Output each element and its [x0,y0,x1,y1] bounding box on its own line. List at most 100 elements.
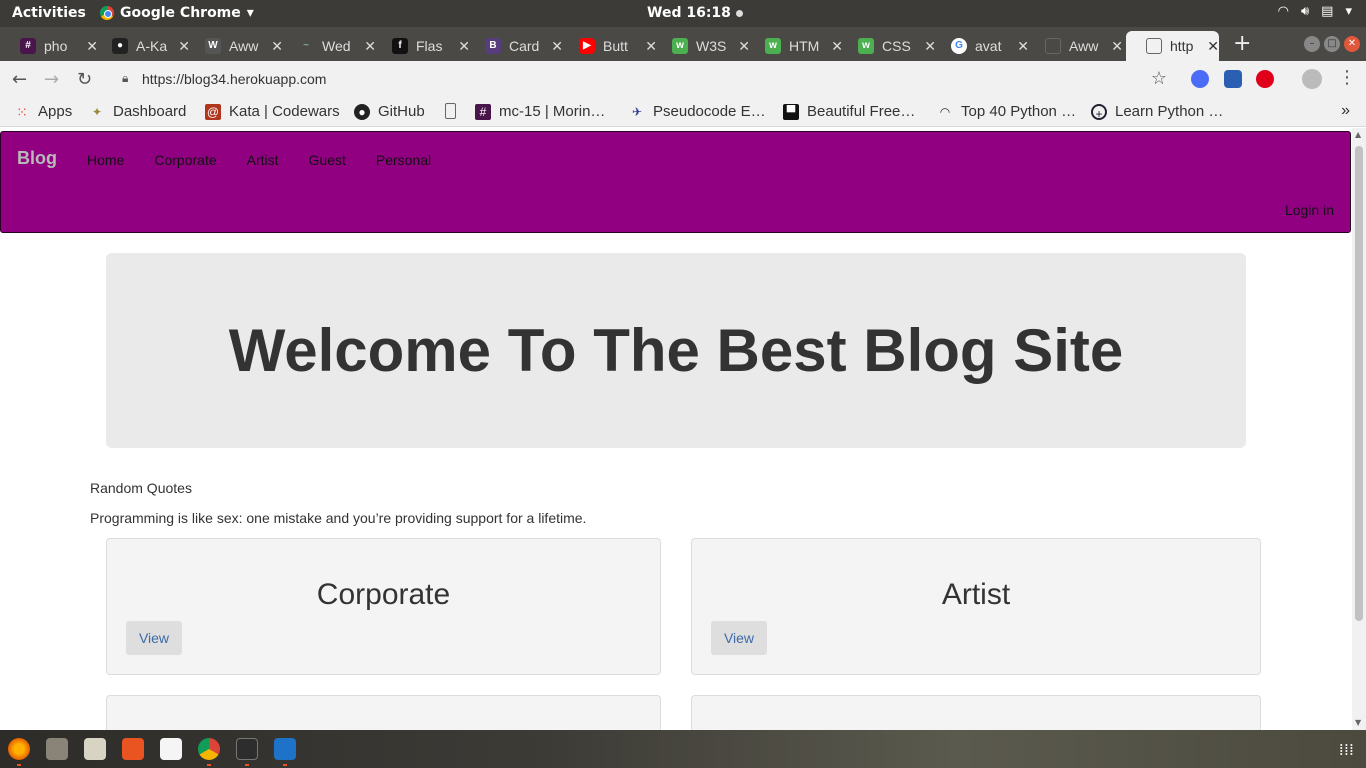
google-icon: G [951,38,967,54]
close-window-icon[interactable]: ✕ [1344,36,1360,52]
bootstrap-icon: B [485,38,501,54]
url-text[interactable]: https://blog34.herokuapp.com [142,71,326,87]
bookmark-label: Pseudocode E… [653,103,766,120]
forward-arrow-icon[interactable]: → [44,69,59,90]
site-nav-links: Home Corporate Artist Guest Personal [87,152,461,168]
bookmark-codewars[interactable]: @ Kata | Codewars [205,103,340,120]
login-link[interactable]: Login in [1285,202,1334,218]
github-icon: ● [112,38,128,54]
bookmark-github[interactable]: ● GitHub [354,103,425,120]
firefox-icon[interactable] [8,738,30,760]
files-icon[interactable] [46,738,68,760]
nav-link-personal[interactable]: Personal [376,152,431,168]
libreoffice-writer-icon[interactable] [160,738,182,760]
nav-link-guest[interactable]: Guest [309,152,346,168]
app-menu-label: Google Chrome [120,5,241,21]
view-button[interactable]: View [126,621,182,655]
nav-link-corporate[interactable]: Corporate [154,152,216,168]
address-bar[interactable]: 🔒︎ https://blog34.herokuapp.com ☆ [108,65,1183,94]
bookmark-star-icon[interactable]: ☆ [1151,68,1167,89]
taskbar-dock: ⁞⁞⁞ [0,730,1366,768]
app-menu[interactable]: Google Chrome ▾ [100,5,254,21]
minimize-icon[interactable]: – [1304,36,1320,52]
browser-tab[interactable]: w CSS ✕ [838,31,936,61]
notification-dot-icon [735,9,743,17]
browser-tab[interactable]: ~ Wed ✕ [278,31,376,61]
running-indicator [17,764,21,766]
terminal-icon[interactable] [236,738,258,760]
system-tray[interactable]: ◠ 🔊︎ ▤ ▾ [1278,4,1352,19]
opera-icon[interactable] [1256,70,1274,88]
profile-avatar-icon[interactable] [1302,69,1322,89]
extension-icon[interactable] [1224,70,1242,88]
reload-icon[interactable]: ↻ [77,69,92,90]
show-applications-icon[interactable]: ⁞⁞⁞ [1339,740,1354,759]
browser-tab[interactable]: Aww ✕ [1025,31,1123,61]
lock-icon[interactable]: 🔒︎ [122,71,128,86]
maximize-icon[interactable]: □ [1324,36,1340,52]
bookmark-learn-python[interactable]: + Learn Python … [1091,103,1224,121]
bookmarks-bar: ⁙ Apps ✦ Dashboard @ Kata | Codewars ● G… [0,98,1366,127]
bookmark-label: Apps [38,103,73,120]
browser-tab[interactable]: f Flas ✕ [372,31,470,61]
running-indicator [207,764,211,766]
browser-tab[interactable]: w W3S ✕ [652,31,750,61]
browser-tab[interactable]: ▶ Butt ✕ [559,31,657,61]
document-icon [1045,38,1061,54]
bookmark-dashboard[interactable]: ✦ Dashboard [89,103,186,120]
bookmark-document[interactable] [445,103,456,119]
bookmark-label: Dashboard [113,103,187,120]
tab-title: Wed [322,38,351,54]
tab-title: CSS [882,38,911,54]
github-icon: ● [354,103,370,120]
chevron-right-icon[interactable]: » [1341,102,1350,120]
w3schools-icon: w [858,38,874,54]
rhythmbox-icon[interactable] [84,738,106,760]
clock-label: Wed 16:18 [647,5,731,21]
nav-link-home[interactable]: Home [87,152,124,168]
tab-title: HTM [789,38,820,54]
page-scrollbar[interactable]: ▲ ▼ [1352,128,1366,730]
slack-icon: # [20,38,36,54]
bookmark-unsplash[interactable]: ▀ Beautiful Free… [783,103,915,120]
software-center-icon[interactable] [122,738,144,760]
scroll-up-icon[interactable]: ▲ [1355,130,1361,139]
menu-dots-icon[interactable]: ⋮ [1338,67,1356,88]
back-arrow-icon[interactable]: ← [12,69,27,90]
nav-link-artist[interactable]: Artist [247,152,279,168]
python-icon: + [1091,103,1107,121]
chrome-icon[interactable] [198,738,220,760]
extensions-icon[interactable] [1191,70,1209,88]
card-title: Artist [941,578,1011,611]
browser-tab[interactable]: W Aww ✕ [185,31,283,61]
browser-tab[interactable]: G avat ✕ [931,31,1029,61]
browser-tab[interactable]: # pho ✕ [0,31,98,61]
category-card [106,695,661,730]
bookmark-slack[interactable]: # mc-15 | Morin… [475,103,605,120]
close-icon[interactable]: ✕ [1111,38,1123,55]
tab-title: Aww [1069,38,1099,54]
bookmark-apps[interactable]: ⁙ Apps [14,103,72,120]
window-controls: – □ ✕ [1304,36,1360,52]
scroll-down-icon[interactable]: ▼ [1355,718,1361,727]
bookmark-label: Learn Python … [1115,103,1224,120]
close-icon[interactable]: ✕ [1207,38,1219,55]
site-brand[interactable]: Blog [17,148,57,169]
clock[interactable]: Wed 16:18 [647,5,743,21]
scrollbar-thumb[interactable] [1355,146,1363,621]
browser-tab[interactable]: ● A-Ka ✕ [92,31,190,61]
vscode-icon[interactable] [274,738,296,760]
bookmark-python-top40[interactable]: ◠ Top 40 Python … [937,103,1076,120]
view-button[interactable]: View [711,621,767,655]
new-tab-icon[interactable]: + [1233,31,1251,56]
browser-tab[interactable]: B Card ✕ [465,31,563,61]
activities-button[interactable]: Activities [12,5,86,21]
card-title: Corporate [316,578,451,611]
flask-icon: f [392,38,408,54]
category-card-corporate: Corporate View [106,538,661,675]
bookmark-pseudocode[interactable]: ✈ Pseudocode E… [629,103,766,120]
bookmark-label: Top 40 Python … [961,103,1077,120]
browser-tab[interactable]: w HTM ✕ [745,31,843,61]
tab-title: A-Ka [136,38,168,54]
browser-tab-active[interactable]: http ✕ [1126,31,1219,61]
